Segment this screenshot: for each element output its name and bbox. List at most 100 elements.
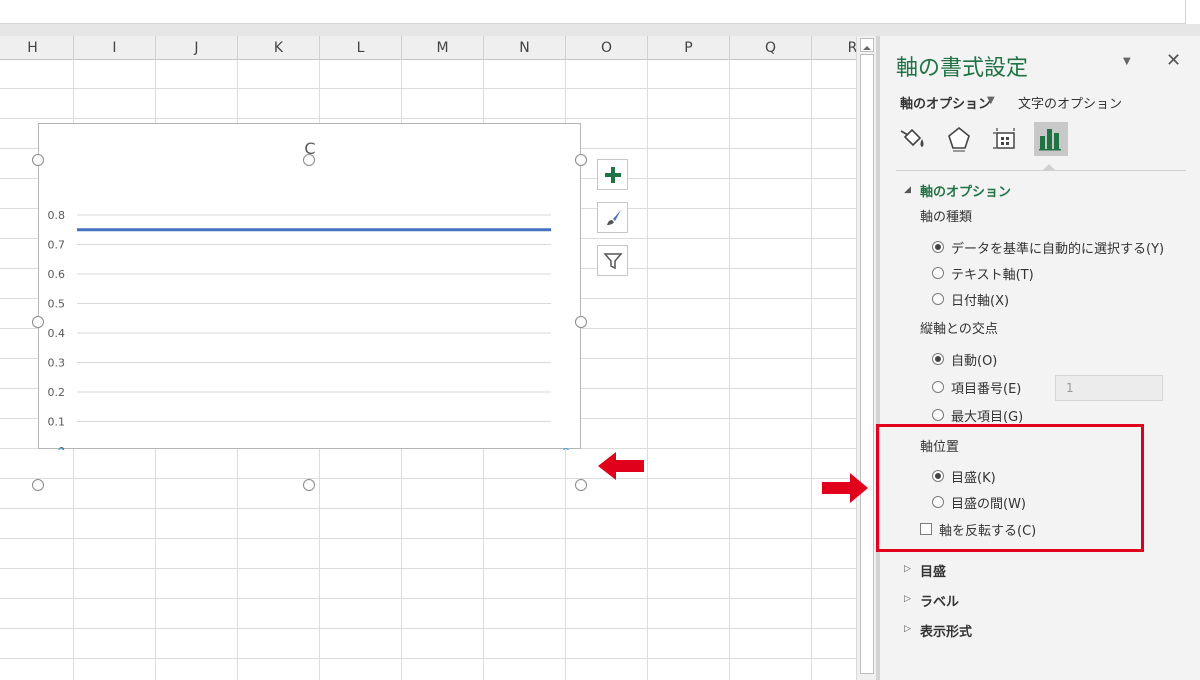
y-tick-label: 0.5 — [48, 298, 66, 311]
radio-text-axis[interactable] — [932, 267, 944, 279]
y-tick-label: 0.3 — [48, 357, 66, 370]
top-bar — [0, 0, 1200, 36]
radio-cross-category-number[interactable] — [932, 381, 944, 393]
column-header-o[interactable]: O — [566, 36, 648, 60]
category-number-input[interactable]: 1 — [1055, 375, 1163, 401]
chart-resize-handle[interactable] — [32, 154, 44, 166]
axis-options-tab[interactable] — [1034, 122, 1068, 156]
chart-resize-handle[interactable] — [303, 479, 315, 491]
scrollbar-thumb[interactable] — [860, 54, 874, 674]
y-tick-label: 0.8 — [48, 209, 66, 222]
red-arrow-right-icon — [822, 473, 868, 503]
line-chart[interactable]: C 0.80.70.60.50.40.30.20.10 201720182019… — [38, 123, 581, 451]
active-tab-notch — [1043, 164, 1055, 170]
column-gridline — [647, 60, 648, 680]
fill-line-icon — [900, 128, 924, 147]
column-header-i[interactable]: I — [74, 36, 156, 60]
annotation-highlight-box — [876, 424, 1144, 552]
row-gridline — [0, 88, 856, 89]
chart-plot-area: C 0.80.70.60.50.40.30.20.10 201720182019… — [48, 139, 569, 451]
pane-title: 軸の書式設定 — [896, 56, 1029, 81]
y-tick-label: 0.1 — [48, 416, 66, 429]
red-arrow-left-icon — [598, 452, 644, 480]
tab-axis-options[interactable]: 軸のオプション — [900, 93, 991, 112]
format-axis-pane: 軸の書式設定 ▼ ✕ 軸のオプション ▼ 文字のオプション ◢ 軸のオプション … — [880, 36, 1200, 680]
collapsed-triangle-icon[interactable]: ▷ — [904, 594, 911, 604]
column-headers: H I J K L M N O P Q R — [0, 36, 856, 60]
chart-elements-button[interactable] — [597, 159, 628, 190]
axis-options-bar-icon — [1039, 129, 1061, 151]
toolbar-gap — [0, 24, 1200, 36]
chart-styles-button[interactable] — [597, 202, 628, 233]
chevron-up-icon — [863, 46, 871, 50]
option-text-axis[interactable]: テキスト軸(T) — [951, 264, 1034, 283]
chart-resize-handle[interactable] — [32, 479, 44, 491]
y-tick-label: 0.7 — [48, 239, 66, 252]
row-gridline — [0, 538, 856, 539]
chart-resize-handle[interactable] — [575, 316, 587, 328]
effects-tab[interactable] — [942, 122, 976, 156]
radio-cross-max-category[interactable] — [932, 409, 944, 421]
style-brush-icon — [606, 209, 621, 225]
collapsed-triangle-icon[interactable]: ▷ — [904, 624, 911, 634]
column-header-n[interactable]: N — [484, 36, 566, 60]
column-header-p[interactable]: P — [648, 36, 730, 60]
column-header-h[interactable]: H — [0, 36, 74, 60]
vertical-cross-label: 縦軸との交点 — [920, 322, 998, 337]
vertical-scrollbar[interactable] — [856, 36, 876, 680]
filter-icon — [602, 252, 623, 269]
y-tick-label: 0.4 — [48, 327, 66, 340]
chart-resize-handle[interactable] — [575, 154, 587, 166]
chart-resize-handle[interactable] — [303, 154, 315, 166]
collapsed-triangle-icon[interactable]: ▷ — [904, 564, 911, 574]
option-auto-select[interactable]: データを基準に自動的に選択する(Y) — [951, 238, 1164, 257]
section-number-format[interactable]: 表示形式 — [920, 621, 972, 640]
section-tick-marks[interactable]: 目盛 — [920, 561, 946, 580]
column-gridline — [729, 60, 730, 680]
tab-axis-options-dropdown[interactable]: ▼ — [987, 95, 995, 106]
chart-resize-handle[interactable] — [575, 479, 587, 491]
column-header-q[interactable]: Q — [730, 36, 812, 60]
column-header-j[interactable]: J — [156, 36, 238, 60]
option-cross-auto[interactable]: 自動(O) — [951, 350, 997, 369]
option-date-axis[interactable]: 日付軸(X) — [951, 290, 1009, 309]
radio-cross-auto[interactable] — [932, 353, 944, 365]
axis-type-label: 軸の種類 — [920, 210, 973, 225]
section-axis-options[interactable]: 軸のオプション — [920, 181, 1011, 200]
y-tick-label: 0.6 — [48, 268, 66, 281]
y-tick-label: 0.2 — [48, 386, 66, 399]
option-cross-category-number[interactable]: 項目番号(E) — [951, 378, 1021, 397]
column-header-m[interactable]: M — [402, 36, 484, 60]
row-gridline — [0, 478, 856, 479]
chart-filters-button[interactable] — [597, 245, 628, 276]
column-header-k[interactable]: K — [238, 36, 320, 60]
fill-line-tab[interactable] — [896, 122, 930, 156]
axis-selection-handle[interactable] — [58, 447, 64, 451]
row-gridline — [0, 508, 856, 509]
close-button[interactable]: ✕ — [1166, 50, 1181, 71]
column-header-l[interactable]: L — [320, 36, 402, 60]
axis-selection-handle[interactable] — [563, 447, 569, 451]
tab-text-options[interactable]: 文字のオプション — [1018, 93, 1122, 112]
row-gridline — [0, 658, 856, 659]
option-cross-max-category[interactable]: 最大項目(G) — [951, 406, 1023, 425]
column-header-r[interactable]: R — [812, 36, 856, 60]
row-gridline — [0, 598, 856, 599]
row-gridline — [0, 568, 856, 569]
chart-resize-handle[interactable] — [32, 316, 44, 328]
radio-date-axis[interactable] — [932, 293, 944, 305]
effects-pentagon-icon — [948, 126, 970, 152]
section-labels[interactable]: ラベル — [920, 591, 959, 610]
scroll-up-button[interactable] — [860, 38, 874, 52]
row-gridline — [0, 628, 856, 629]
pane-options-dropdown[interactable]: ▼ — [1123, 56, 1131, 67]
column-gridline — [811, 60, 812, 680]
chart-gridlines — [77, 214, 551, 422]
x-axis[interactable] — [58, 447, 569, 451]
radio-auto-select[interactable] — [932, 241, 944, 253]
expanded-triangle-icon[interactable]: ◢ — [904, 185, 911, 195]
size-properties-icon — [993, 128, 1015, 149]
formula-bar[interactable] — [0, 0, 1186, 24]
size-properties-tab[interactable] — [988, 122, 1022, 156]
pane-separator — [896, 170, 1186, 171]
